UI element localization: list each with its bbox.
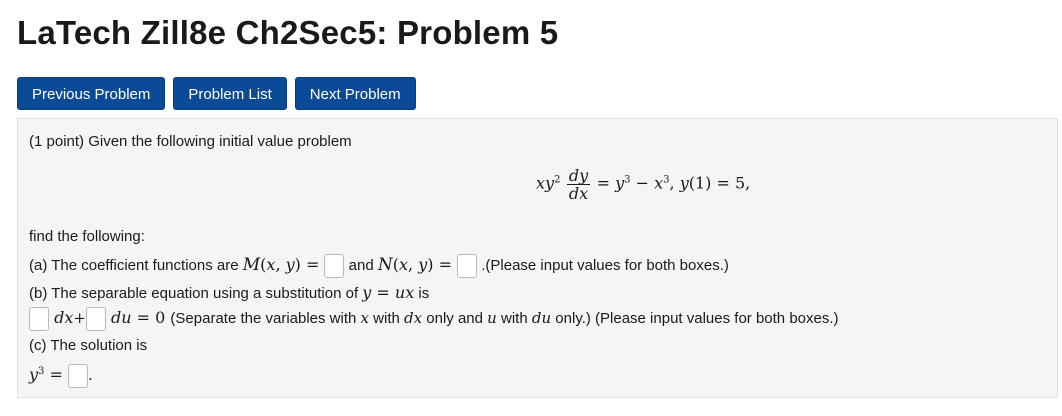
part-a-row: (a) The coefficient functions are M(x, y… bbox=[29, 252, 729, 279]
page-title: LaTech Zill8e Ch2Sec5: Problem 5 bbox=[17, 14, 559, 51]
part-b-label: (b) The separable equation using a subst… bbox=[29, 285, 359, 302]
part-c-row: y3 = . bbox=[29, 359, 93, 389]
problem-panel: (1 point) Given the following initial va… bbox=[17, 118, 1058, 398]
problem-nav: Previous Problem Problem List Next Probl… bbox=[17, 77, 416, 110]
part-b-note-2: with bbox=[373, 310, 400, 327]
part-b-is: is bbox=[418, 285, 430, 302]
part-a-note: .(Please input values for both boxes.) bbox=[481, 257, 729, 274]
problem-list-button[interactable]: Problem List bbox=[173, 77, 287, 110]
part-b-note-5: only.) (Please input values for both box… bbox=[555, 310, 839, 327]
part-a-and: and bbox=[348, 257, 374, 274]
m-coefficient-input[interactable] bbox=[324, 254, 345, 279]
problem-intro: (1 point) Given the following initial va… bbox=[29, 133, 352, 150]
dy-dx-fraction: dy dx bbox=[566, 166, 591, 203]
part-b-note-4: with bbox=[501, 310, 528, 327]
part-b-note-3: only and bbox=[426, 310, 483, 327]
part-a-label: (a) The coefficient functions are bbox=[29, 257, 239, 274]
part-b-row: (b) The separable equation using a subst… bbox=[29, 283, 430, 302]
solution-input[interactable] bbox=[68, 364, 88, 389]
du-coefficient-input[interactable] bbox=[85, 307, 106, 332]
find-label: find the following: bbox=[29, 228, 145, 245]
next-problem-button[interactable]: Next Problem bbox=[294, 77, 416, 110]
part-b-note-1: (Separate the variables with bbox=[170, 310, 357, 327]
previous-problem-button[interactable]: Previous Problem bbox=[17, 77, 166, 110]
ode-equation: xy2 dy dx = y3 − x3, y(1) = 5, bbox=[536, 166, 751, 203]
part-b-equation-row: dx+ du = 0 (Separate the variables with … bbox=[29, 305, 839, 332]
part-c-label: (c) The solution is bbox=[29, 337, 148, 354]
n-coefficient-input[interactable] bbox=[457, 254, 478, 279]
dx-coefficient-input[interactable] bbox=[29, 307, 49, 332]
